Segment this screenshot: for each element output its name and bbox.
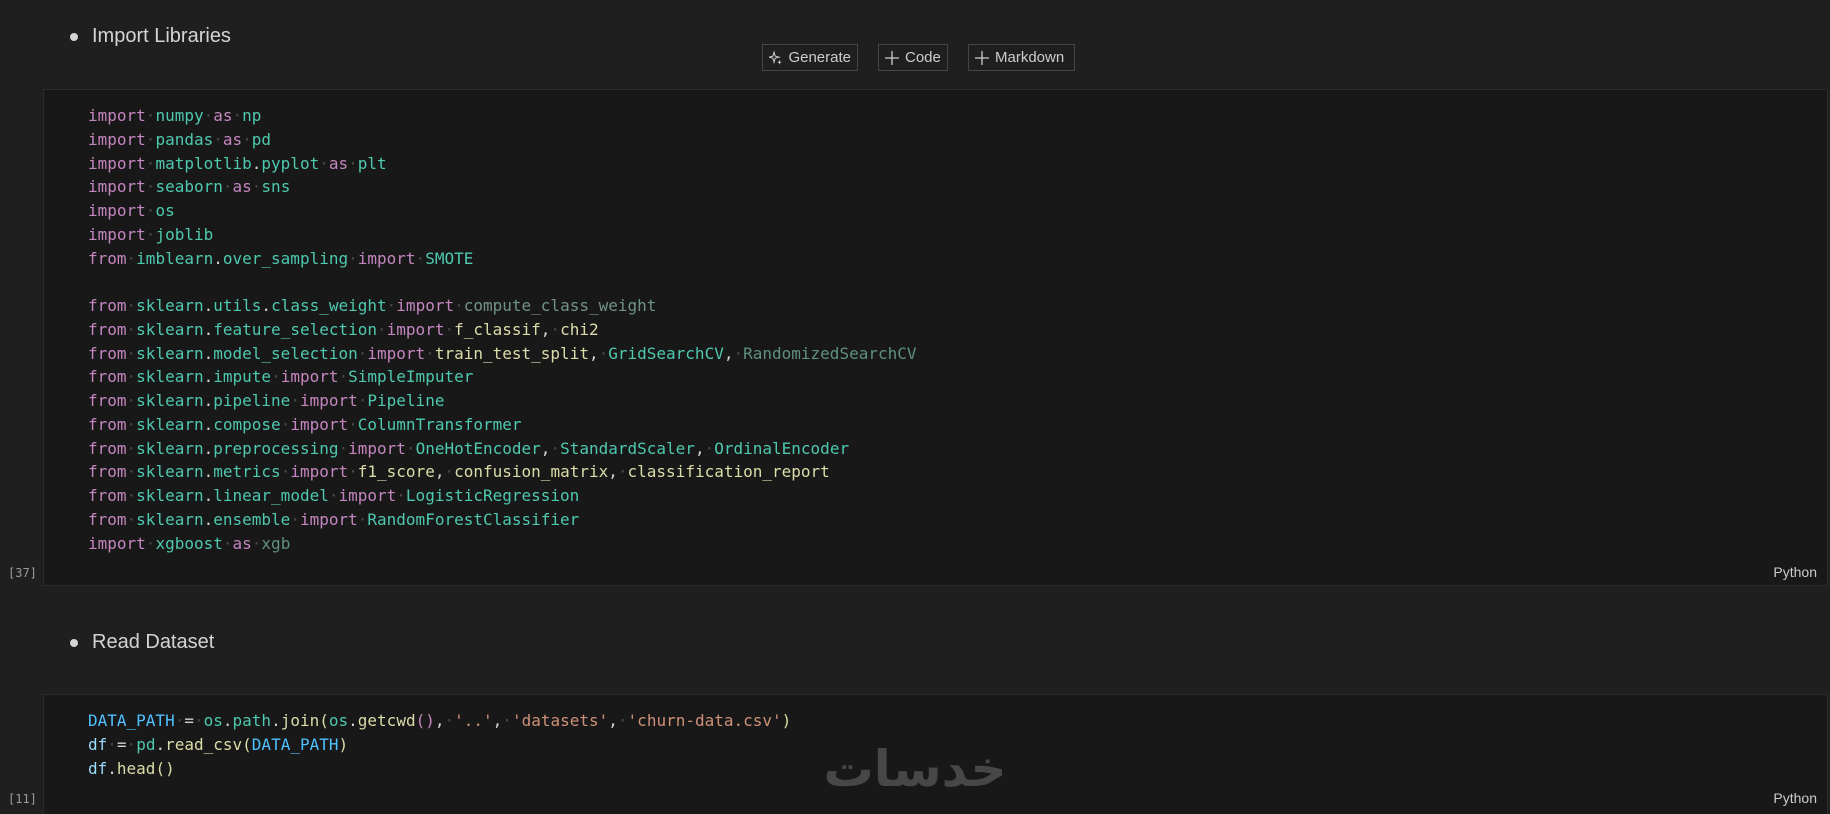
code-line: from·sklearn.linear_model·import·Logisti… <box>88 486 580 505</box>
code-line: from·sklearn.impute·import·SimpleImputer <box>88 367 474 387</box>
code-cell[interactable]: import·numpy·as·np import·pandas·as·pd imp… <box>43 89 1828 586</box>
code-line: df.head() <box>88 758 175 778</box>
code-line: import·numpy·as·np <box>88 106 262 125</box>
cell-language-label[interactable]: Python <box>1773 564 1817 580</box>
code-line: from·sklearn.utils.class_weight·import·c… <box>88 296 657 315</box>
code-line: from·sklearn.pipeline·import·Pipeline <box>88 391 445 410</box>
heading-text: Read Dataset <box>92 630 215 653</box>
cell-language-label[interactable]: Python <box>1773 790 1817 806</box>
heading-text: Import Libraries <box>92 24 231 47</box>
execution-count: [11] <box>8 792 37 806</box>
code-line: DATA_PATH·=·os.path.join(os.getcwd(),·'.… <box>88 711 792 730</box>
generate-label: Generate <box>788 49 851 66</box>
plus-icon <box>975 50 989 65</box>
code-line: import·os <box>88 201 175 220</box>
code-line: from·sklearn.compose·import·ColumnTransf… <box>88 414 522 434</box>
code-line: import·joblib <box>88 224 214 244</box>
code-line: from·sklearn.preprocessing·import·OneHot… <box>88 438 850 458</box>
code-editor[interactable]: DATA_PATH·=·os.path.join(os.getcwd(),·'.… <box>88 709 791 780</box>
code-line: import·seaborn·as·sns <box>88 177 291 197</box>
code-line: import·xgboost·as·xgb <box>88 533 291 553</box>
code-line: import·pandas·as·pd <box>88 129 272 149</box>
markdown-label: Markdown <box>995 49 1065 66</box>
add-code-cell-button[interactable]: Code <box>878 44 948 71</box>
sparkle-icon <box>769 49 783 65</box>
execution-count: [37] <box>8 566 37 580</box>
code-label: Code <box>905 49 941 66</box>
plus-icon <box>885 50 899 65</box>
cell-insert-toolbar: Generate Code Markdown <box>762 44 1075 71</box>
generate-button[interactable]: Generate <box>762 44 858 71</box>
bullet-icon <box>70 638 78 647</box>
code-line: from·sklearn.ensemble·import·RandomFores… <box>88 509 580 529</box>
code-editor[interactable]: import·numpy·as·np import·pandas·as·pd imp… <box>88 104 917 555</box>
code-line: from·sklearn.metrics·import·f1_score,·co… <box>88 462 830 482</box>
code-line: df·=·pd.read_csv(DATA_PATH) <box>88 734 349 754</box>
markdown-heading-import-libraries: Import Libraries <box>70 21 231 51</box>
code-line: from·sklearn.model_selection·import·trai… <box>88 343 917 363</box>
code-line: import·matplotlib.pyplot·as·plt <box>88 153 387 173</box>
code-line: from·sklearn.feature_selection·import·f_… <box>88 319 599 339</box>
add-markdown-cell-button[interactable]: Markdown <box>968 44 1075 71</box>
bullet-icon <box>70 32 78 41</box>
code-line: from·imblearn.over_sampling·import·SMOTE <box>88 248 474 268</box>
watermark-logo: خدسات <box>823 740 1007 798</box>
markdown-heading-read-dataset: Read Dataset <box>70 627 214 657</box>
